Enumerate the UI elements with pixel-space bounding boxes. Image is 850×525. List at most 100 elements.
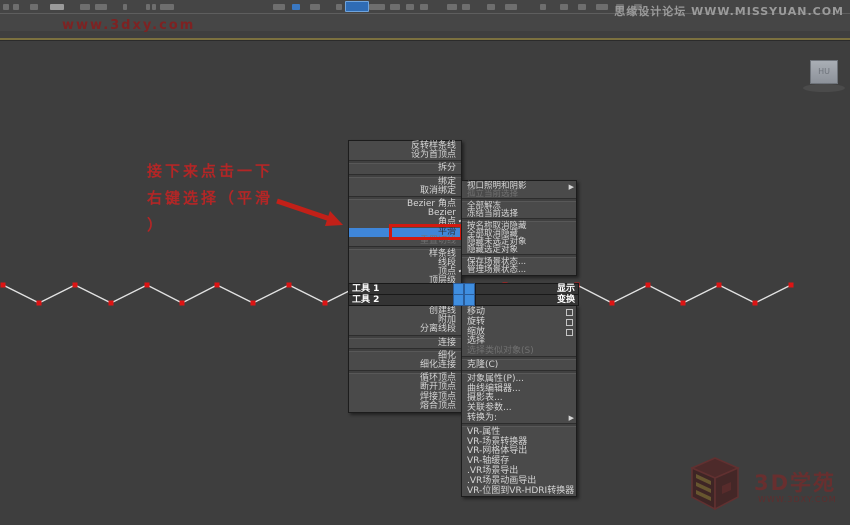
menu-item-label: 转换为:	[467, 413, 497, 423]
toolbar-icon[interactable]	[560, 4, 568, 10]
quad-center-cell[interactable]	[464, 294, 475, 306]
menu-item-label: 拆分	[438, 163, 456, 173]
menu-item[interactable]: 分离线段	[349, 325, 461, 334]
settings-box-icon[interactable]	[566, 309, 573, 316]
toolbar-icon[interactable]	[447, 4, 457, 10]
menu-item-label: 冻结当前选择	[467, 209, 518, 219]
menu-item[interactable]: 转换为:▶	[462, 413, 576, 423]
spline-vertex[interactable]	[109, 301, 114, 306]
menu-item[interactable]: 拆分	[349, 164, 461, 173]
spline-vertex[interactable]	[251, 301, 256, 306]
spline-vertex[interactable]	[180, 301, 185, 306]
menu-item[interactable]: 管理场景状态...	[462, 266, 576, 274]
menu-item[interactable]: 孤立当前选择	[462, 190, 576, 198]
toolbar-icon[interactable]	[540, 4, 546, 10]
spline-vertex[interactable]	[37, 301, 42, 306]
settings-box-icon[interactable]	[566, 319, 573, 326]
menu-item[interactable]: 缩放	[462, 327, 576, 337]
quad-header-tools2[interactable]: 工具 2	[348, 294, 457, 306]
toolbar-icon[interactable]	[292, 4, 300, 10]
toolbar-icon[interactable]	[578, 4, 586, 10]
menu-item[interactable]: 移动	[462, 307, 576, 317]
logo-cube-icon	[684, 455, 746, 515]
spline-vertex[interactable]	[287, 283, 292, 288]
toolbar-icon[interactable]	[406, 4, 414, 10]
toolbar-icon[interactable]	[152, 4, 156, 10]
menu-item[interactable]: 平滑	[349, 228, 461, 237]
menu-item[interactable]: .VR场景动画导出	[462, 476, 576, 486]
menu-item[interactable]: .VR场景导出	[462, 466, 576, 476]
logo-subtitle: WWW.3DXY.COM	[758, 495, 837, 504]
menu-item[interactable]: VR-场景转换器	[462, 437, 576, 447]
spline-vertex[interactable]	[145, 283, 150, 288]
menu-item-label: 选择类似对象(S)	[467, 346, 534, 356]
menu-item[interactable]: VR-属性	[462, 427, 576, 437]
toolbar-icon[interactable]	[487, 4, 495, 10]
menu-item[interactable]: 对象属性(P)...	[462, 374, 576, 384]
viewport-screenshot: www.3dxy.com 思缘设计论坛 WWW.MISSYUAN.COM HU …	[0, 0, 850, 525]
spline-vertex[interactable]	[1, 283, 6, 288]
toolbar-icon[interactable]	[462, 4, 470, 10]
menu-item[interactable]: 选择类似对象(S)	[462, 346, 576, 356]
toolbar-icon[interactable]	[390, 4, 400, 10]
toolbar-icon[interactable]	[13, 4, 19, 10]
annotation-line: 接下来点击一下	[147, 158, 273, 185]
menu-item-label: 孤立当前选择	[467, 189, 518, 199]
toolbar-icon[interactable]	[273, 4, 285, 10]
menu-item-label: 旋转	[467, 317, 485, 327]
settings-box-icon[interactable]	[566, 329, 573, 336]
quad-header-transform[interactable]: 变换	[475, 294, 579, 306]
menu-item-label: 对象属性(P)...	[467, 374, 524, 384]
menu-item[interactable]: 旋转	[462, 317, 576, 327]
toolbar-icon[interactable]	[596, 4, 608, 10]
menu-item[interactable]: 隐藏选定对象	[462, 246, 576, 254]
menu-item-label: 管理场景状态...	[467, 265, 526, 275]
menu-item[interactable]: 设为首顶点	[349, 151, 461, 160]
menu-item[interactable]: 曲线编辑器...	[462, 384, 576, 394]
spline-vertex[interactable]	[646, 283, 651, 288]
menu-item[interactable]: VR-位图到VR-HDRI转换器	[462, 486, 576, 496]
menu-item-label: VR-属性	[467, 427, 500, 437]
toolbar-icon[interactable]	[95, 4, 107, 10]
watermark-top-right: 思缘设计论坛 WWW.MISSYUAN.COM	[614, 3, 844, 19]
toolbar-icon[interactable]	[50, 4, 64, 10]
menu-item-label: VR-轴缓存	[467, 456, 509, 466]
menu-item[interactable]: 选择	[462, 336, 576, 346]
spline-vertex[interactable]	[717, 283, 722, 288]
quad-menu-transform: 移动旋转缩放选择选择类似对象(S) 克隆(C) 对象属性(P)...曲线编辑器...…	[461, 305, 577, 497]
spline-vertex[interactable]	[789, 283, 794, 288]
quad-center-cell[interactable]	[453, 294, 464, 306]
spline-vertex[interactable]	[753, 301, 758, 306]
toolbar-icon[interactable]	[146, 4, 150, 10]
spline-vertex[interactable]	[215, 283, 220, 288]
menu-item[interactable]: 取消绑定	[349, 187, 461, 196]
menu-item[interactable]: VR-轴缓存	[462, 456, 576, 466]
menu-item[interactable]: 关联参数...	[462, 403, 576, 413]
spline-vertex[interactable]	[610, 301, 615, 306]
toolbar-icon[interactable]	[336, 4, 342, 10]
menu-item-label: 关联参数...	[467, 403, 512, 413]
menu-item[interactable]: 细化连接	[349, 361, 461, 370]
menu-item-label: 摄影表...	[467, 393, 503, 403]
menu-item-label: 隐藏选定对象	[467, 245, 518, 255]
spline-vertex[interactable]	[323, 301, 328, 306]
toolbar-icon[interactable]	[505, 4, 517, 10]
spline-vertex[interactable]	[681, 301, 686, 306]
toolbar-icon[interactable]	[310, 4, 320, 10]
toolbar-icon[interactable]	[30, 4, 38, 10]
menu-item[interactable]: 熔合顶点	[349, 402, 461, 411]
menu-item[interactable]: 冻结当前选择	[462, 210, 576, 218]
toolbar-icon[interactable]	[3, 4, 9, 10]
toolbar-icon[interactable]	[160, 4, 174, 10]
menu-item[interactable]: 摄影表...	[462, 393, 576, 403]
toolbar-icon[interactable]	[80, 4, 90, 10]
menu-item[interactable]: VR-网格体导出	[462, 446, 576, 456]
menu-item[interactable]: 克隆(C)	[462, 360, 576, 370]
toolbar-icon[interactable]	[420, 4, 428, 10]
viewcube[interactable]: HU	[810, 60, 838, 84]
toolbar-icon[interactable]	[345, 1, 369, 12]
toolbar-icon[interactable]	[369, 4, 385, 10]
toolbar-icon[interactable]	[123, 4, 127, 10]
menu-item[interactable]: 连接	[349, 339, 461, 348]
spline-vertex[interactable]	[73, 283, 78, 288]
